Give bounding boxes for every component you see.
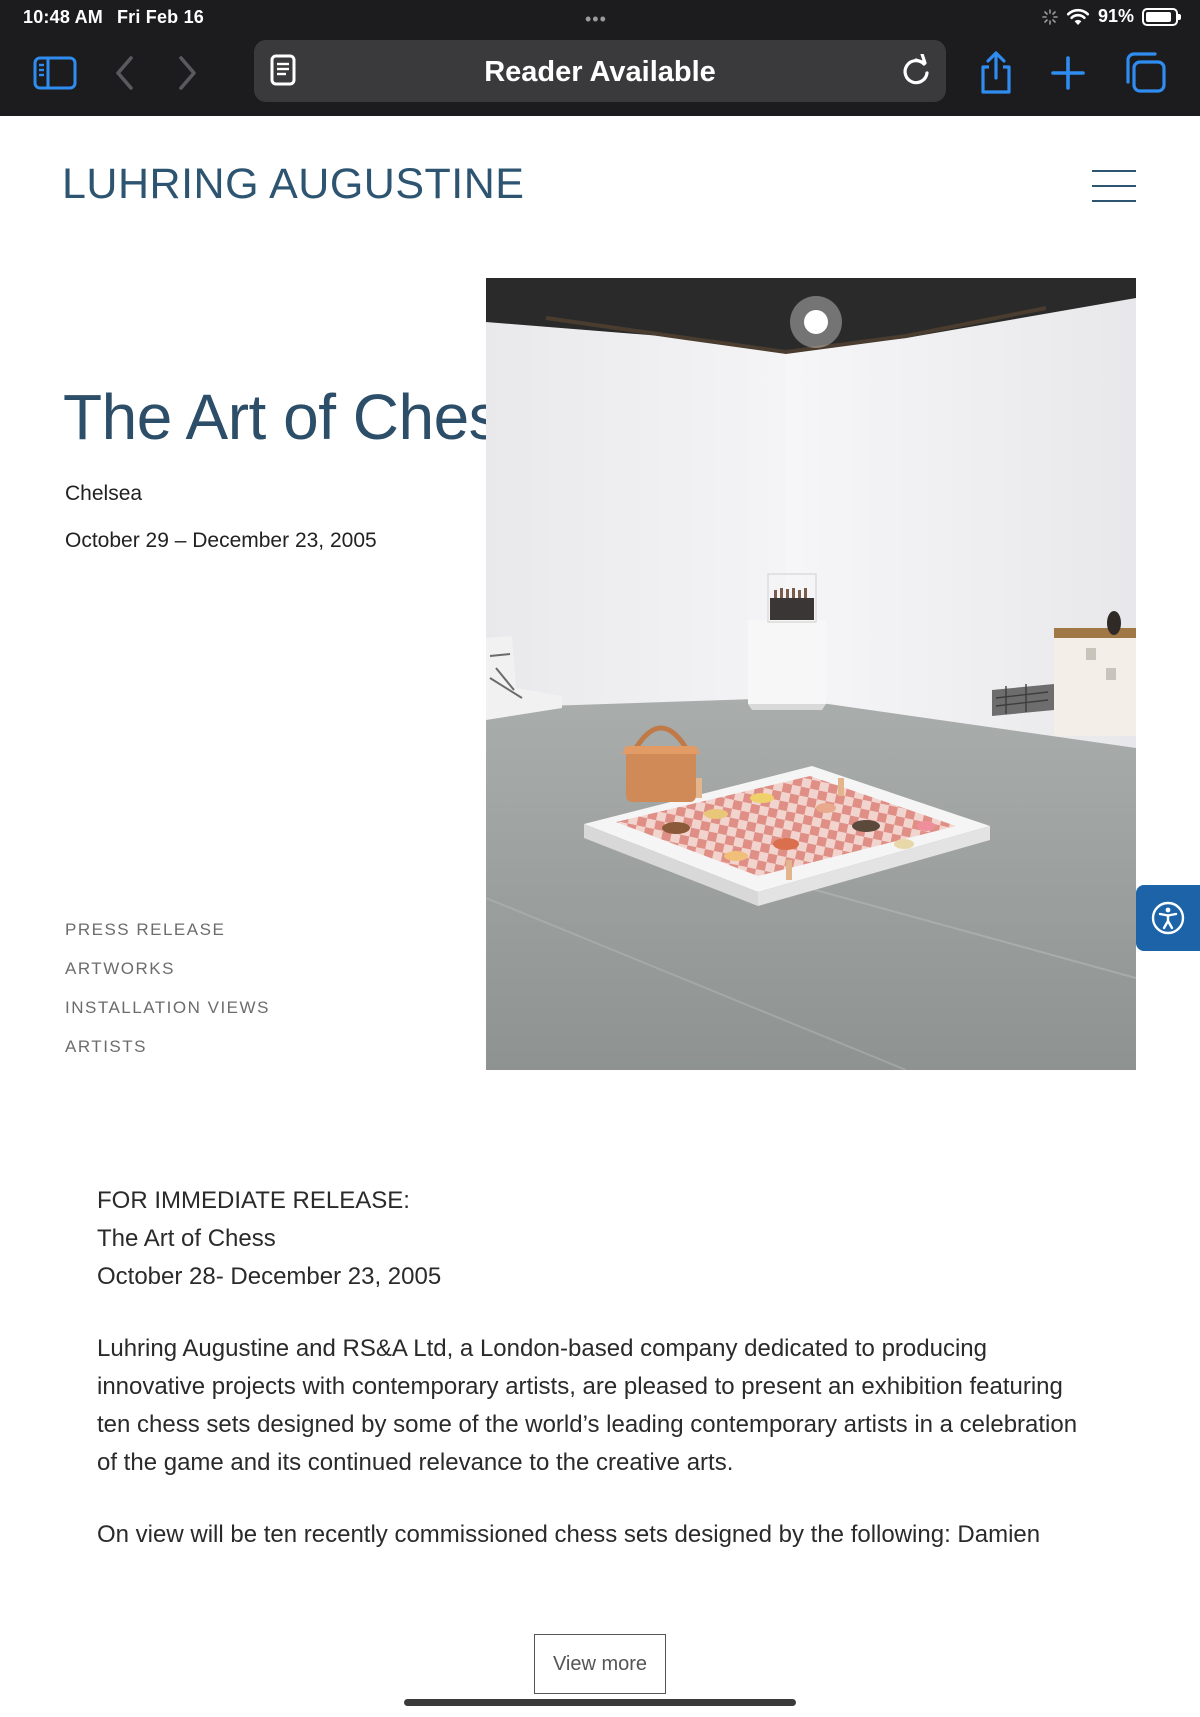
battery-level	[1146, 11, 1172, 22]
reload-icon[interactable]	[900, 52, 932, 93]
forward-icon[interactable]	[164, 50, 210, 96]
press-heading-line: The Art of Chess	[97, 1225, 276, 1252]
back-icon[interactable]	[102, 50, 148, 96]
exhibition-dates: October 29 – December 23, 2005	[65, 529, 377, 552]
sidebar-icon[interactable]	[32, 50, 78, 96]
press-release-text: FOR IMMEDIATE RELEASE: The Art of Chess …	[97, 1182, 1097, 1562]
wifi-icon	[1066, 8, 1090, 25]
site-logo[interactable]: LUHRING AUGUSTINE	[62, 160, 524, 209]
menu-bar	[1092, 185, 1136, 187]
browser-toolbar: Reader Available	[0, 38, 1200, 104]
address-bar[interactable]: Reader Available	[254, 40, 946, 102]
exhibition-subnav: PRESS RELEASE ARTWORKS INSTALLATION VIEW…	[65, 920, 270, 1076]
subnav-artists[interactable]: ARTISTS	[65, 1037, 270, 1076]
installation-photo[interactable]	[486, 278, 1136, 1070]
press-heading-line: FOR IMMEDIATE RELEASE:	[97, 1187, 410, 1214]
tabs-icon[interactable]	[1122, 50, 1168, 96]
status-bar: 10:48 AM Fri Feb 16 ••• 91%	[0, 0, 1200, 34]
status-time: 10:48 AM	[23, 7, 103, 27]
status-date: Fri Feb 16	[116, 7, 204, 27]
accessibility-button[interactable]	[1136, 885, 1200, 951]
text-fade-overlay	[0, 1560, 1200, 1620]
activity-icon	[1042, 8, 1058, 25]
subnav-press-release[interactable]: PRESS RELEASE	[65, 920, 270, 959]
status-right: 91%	[1042, 6, 1181, 27]
menu-bar	[1092, 200, 1136, 202]
press-paragraph: Luhring Augustine and RS&A Ltd, a London…	[97, 1335, 1078, 1476]
home-indicator[interactable]	[404, 1699, 796, 1706]
accessibility-icon	[1151, 901, 1185, 935]
battery-percent: 91%	[1097, 6, 1134, 26]
press-heading-line: October 28- December 23, 2005	[97, 1263, 442, 1290]
battery-icon	[1142, 7, 1181, 26]
share-icon[interactable]	[973, 50, 1019, 96]
new-tab-icon[interactable]	[1045, 50, 1091, 96]
view-more-button[interactable]: View more	[534, 1634, 666, 1694]
menu-bar	[1092, 170, 1136, 172]
subnav-artworks[interactable]: ARTWORKS	[65, 959, 270, 998]
status-clock: 10:48 AM Fri Feb 16	[23, 7, 204, 28]
exhibition-location: Chelsea	[65, 482, 143, 505]
press-paragraph-truncated: On view will be ten recently commissione…	[97, 1521, 1059, 1562]
browser-chrome: 10:48 AM Fri Feb 16 ••• 91% Reader Avail…	[0, 0, 1200, 116]
multitasking-dots-icon[interactable]: •••	[585, 9, 607, 30]
subnav-installation-views[interactable]: INSTALLATION VIEWS	[65, 998, 270, 1037]
exhibition-title: The Art of Chess	[63, 381, 532, 453]
hamburger-menu-icon[interactable]	[1092, 170, 1136, 204]
address-text: Reader Available	[484, 56, 716, 88]
